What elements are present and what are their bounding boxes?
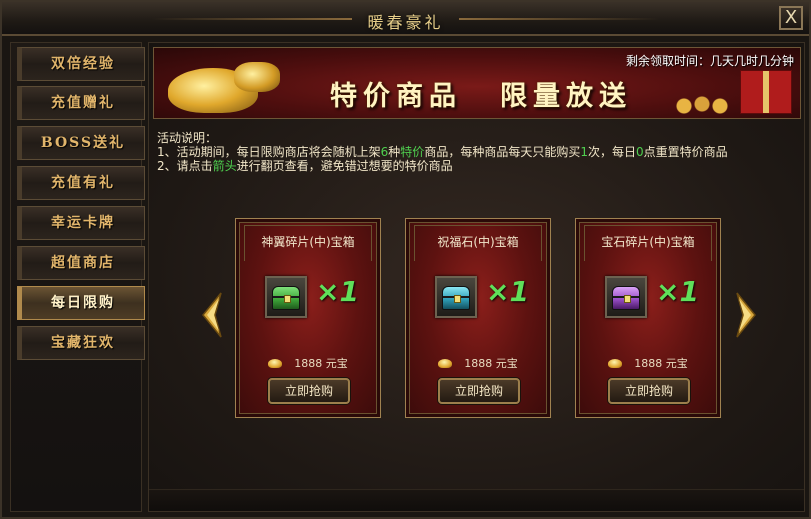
gift-box-decoration <box>740 70 792 114</box>
product-quantity: ×1 <box>486 275 529 308</box>
sidebar-item-boss-gift[interactable]: BOSS送礼 <box>17 126 145 160</box>
product-price: 1888 元宝 <box>576 355 720 371</box>
product-card: 神翼碎片(中)宝箱 ×1 1888 元宝 立即抢购 <box>235 218 381 418</box>
gold-ingot-icon <box>438 359 453 368</box>
product-price: 1888 元宝 <box>236 355 380 371</box>
window-title: 暖春豪礼 <box>367 13 444 32</box>
activity-description: 活动说明： 1、活动期间，每日限购商店将会随机上架6种特价商品，每种商品每天只能… <box>157 131 728 173</box>
bottom-bar <box>149 489 804 511</box>
chest-icon <box>612 286 640 310</box>
chevron-right-icon <box>736 292 756 338</box>
gold-ingot-icon <box>608 359 623 368</box>
product-name: 神翼碎片(中)宝箱 <box>261 235 355 249</box>
sidebar-item-daily-limited[interactable]: 每日限购 <box>17 286 145 320</box>
description-heading: 活动说明： <box>157 131 218 145</box>
description-line-1: 1、活动期间，每日限购商店将会随机上架6种特价商品，每种商品每天只能购买1次，每… <box>157 145 728 159</box>
buy-now-button[interactable]: 立即抢购 <box>438 378 520 404</box>
description-line-2: 2、请点击箭头进行翻页查看，避免错过想要的特价商品 <box>157 159 453 173</box>
main-panel: 特价商品 限量放送 剩余领取时间：几天几时几分钟 活动说明： 1、活动期间，每日… <box>148 42 805 512</box>
coins-decoration <box>672 94 732 114</box>
title-bar: 暖春豪礼 X <box>2 2 809 36</box>
close-button[interactable]: X <box>779 6 803 30</box>
promo-banner: 特价商品 限量放送 剩余领取时间：几天几时几分钟 <box>153 47 801 119</box>
chevron-left-icon <box>202 292 222 338</box>
next-page-button[interactable] <box>735 291 757 339</box>
sidebar-item-recharge-reward[interactable]: 充值有礼 <box>17 166 145 200</box>
sidebar-item-treasure-carnival[interactable]: 宝藏狂欢 <box>17 326 145 360</box>
product-name: 宝石碎片(中)宝箱 <box>601 235 695 249</box>
sidebar-item-lucky-cards[interactable]: 幸运卡牌 <box>17 206 145 240</box>
banner-title-right: 限量放送 <box>500 81 632 112</box>
product-name: 祝福石(中)宝箱 <box>437 235 519 249</box>
product-card: 宝石碎片(中)宝箱 ×1 1888 元宝 立即抢购 <box>575 218 721 418</box>
gold-ingot-decoration <box>234 62 280 92</box>
gold-ingot-icon <box>268 359 283 368</box>
sidebar: 双倍经验 充值赠礼 BOSS送礼 充值有礼 幸运卡牌 超值商店 每日限购 宝藏狂… <box>10 42 145 512</box>
item-slot[interactable] <box>605 276 647 318</box>
chest-icon <box>442 286 470 310</box>
product-card: 祝福石(中)宝箱 ×1 1888 元宝 立即抢购 <box>405 218 551 418</box>
event-window: 暖春豪礼 X 双倍经验 充值赠礼 BOSS送礼 充值有礼 幸运卡牌 超值商店 每… <box>0 0 811 519</box>
buy-now-button[interactable]: 立即抢购 <box>608 378 690 404</box>
prev-page-button[interactable] <box>201 291 223 339</box>
buy-now-button[interactable]: 立即抢购 <box>268 378 350 404</box>
chest-icon <box>272 286 300 310</box>
banner-title-left: 特价商品 <box>330 81 462 112</box>
product-quantity: ×1 <box>316 275 359 308</box>
product-price: 1888 元宝 <box>406 355 550 371</box>
item-slot[interactable] <box>435 276 477 318</box>
sidebar-item-value-shop[interactable]: 超值商店 <box>17 246 145 280</box>
sidebar-item-recharge-gift[interactable]: 充值赠礼 <box>17 86 145 120</box>
sidebar-item-double-exp[interactable]: 双倍经验 <box>17 47 145 81</box>
item-slot[interactable] <box>265 276 307 318</box>
product-quantity: ×1 <box>656 275 699 308</box>
remaining-time: 剩余领取时间：几天几时几分钟 <box>625 54 794 68</box>
